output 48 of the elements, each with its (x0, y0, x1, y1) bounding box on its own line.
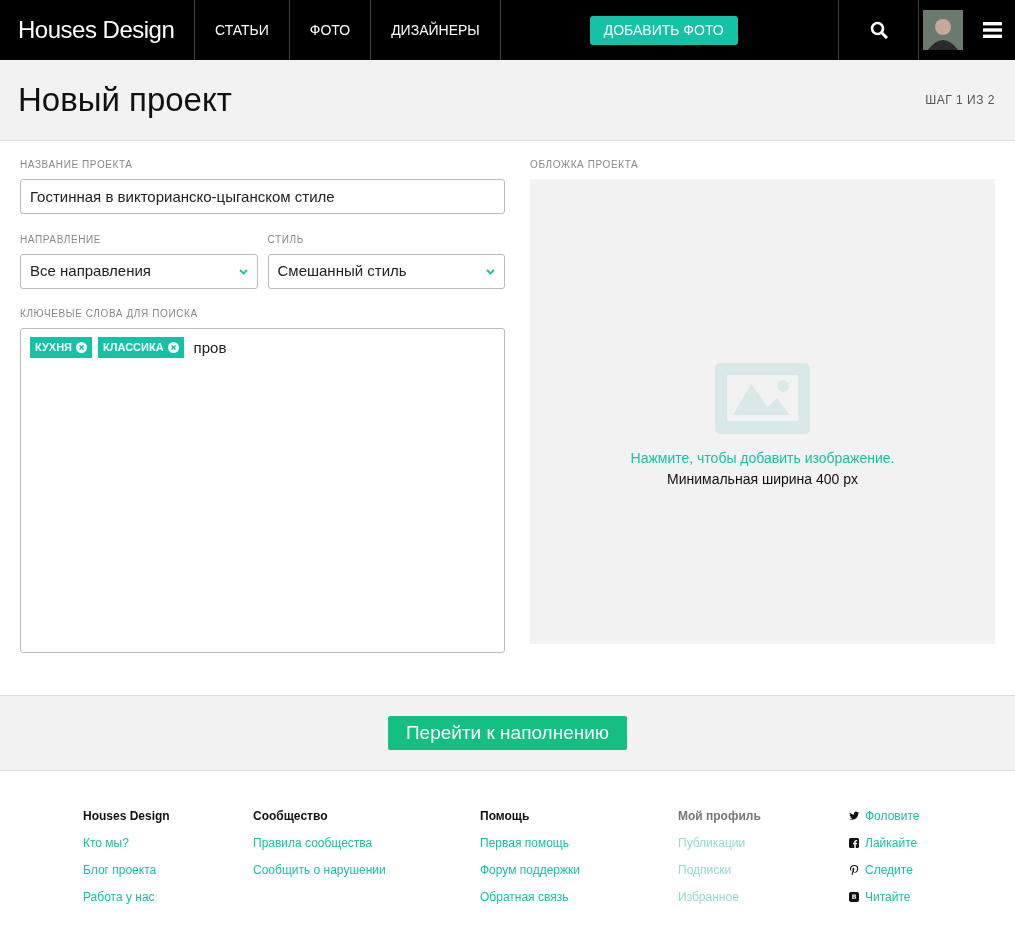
select-field[interactable]: Все направления (20, 254, 258, 289)
upload-hint: Нажмите, чтобы добавить изображение. (630, 449, 895, 468)
page-title: Новый проект (18, 80, 232, 120)
footer-link[interactable]: Лайкайте (849, 834, 969, 852)
chevron-down-icon (238, 268, 248, 275)
footer-link[interactable]: Подписки (678, 861, 849, 879)
footer-link[interactable]: Блог проекта (83, 861, 253, 879)
avatar[interactable] (922, 10, 963, 50)
logo[interactable]: Houses Design (18, 12, 175, 48)
field-label: НАЗВАНИЕ ПРОЕКТА (20, 158, 134, 172)
social-icon (849, 838, 859, 848)
footer-link[interactable]: Форум поддержки (480, 861, 678, 879)
footer-heading: Сообщество (253, 808, 329, 825)
social-icon (849, 811, 859, 821)
menu-icon[interactable] (982, 22, 1002, 38)
field-label: СТИЛЬ (267, 233, 305, 247)
field-label: ОБЛОЖКА ПРОЕКТА (530, 158, 640, 172)
footer-link[interactable]: Правила сообщества (253, 834, 480, 852)
cover-dropzone[interactable]: Нажмите, чтобы добавить изображение. Минимальная ширина 400 px (530, 179, 995, 644)
footer-link[interactable]: Публикации (678, 834, 849, 852)
footer-link[interactable]: Фоловите (849, 807, 969, 825)
footer-link[interactable]: Читайте (849, 888, 969, 906)
footer-link[interactable]: Работа у нас (83, 888, 253, 906)
search-icon[interactable] (869, 21, 888, 39)
keywords-field[interactable]: КУХНЯ КЛАССИКА пров (20, 328, 505, 653)
footer-link[interactable]: Первая помощь (480, 834, 678, 852)
footer-link[interactable]: Кто мы? (83, 834, 253, 852)
field-label: НАПРАВЛЕНИЕ (20, 233, 103, 247)
footer-link[interactable]: Следите (849, 861, 969, 879)
footer-link[interactable]: Сообщить о нарушении (253, 861, 480, 879)
select-field[interactable]: Смешанный стиль (267, 254, 505, 289)
image-icon (715, 363, 810, 434)
footer-heading: Houses Design (83, 808, 171, 825)
social-icon (849, 865, 859, 875)
next-button[interactable]: Перейти к наполнению (387, 715, 628, 751)
footer-link[interactable]: Обратная связь (480, 888, 678, 906)
add-photo-button[interactable]: ДОБАВИТЬ ФОТО (589, 15, 738, 45)
social-icon (849, 892, 859, 902)
size-note: Минимальная ширина 400 px (667, 470, 858, 489)
footer-link[interactable]: Избранное (678, 888, 849, 906)
tag[interactable]: КУХНЯ (30, 337, 93, 358)
footer-heading: Помощь (480, 808, 531, 825)
footer-heading: Мой профиль (678, 808, 762, 825)
step-indicator: ШАГ 1 ИЗ 2 (925, 92, 995, 109)
field-label: КЛЮЧЕВЫЕ СЛОВА ДЛЯ ПОИСКА (20, 307, 199, 321)
input-field[interactable]: Гостинная в викторианско-цыганском стиле (20, 179, 505, 214)
chevron-down-icon (486, 268, 495, 275)
tag[interactable]: КЛАССИКА (98, 337, 184, 358)
